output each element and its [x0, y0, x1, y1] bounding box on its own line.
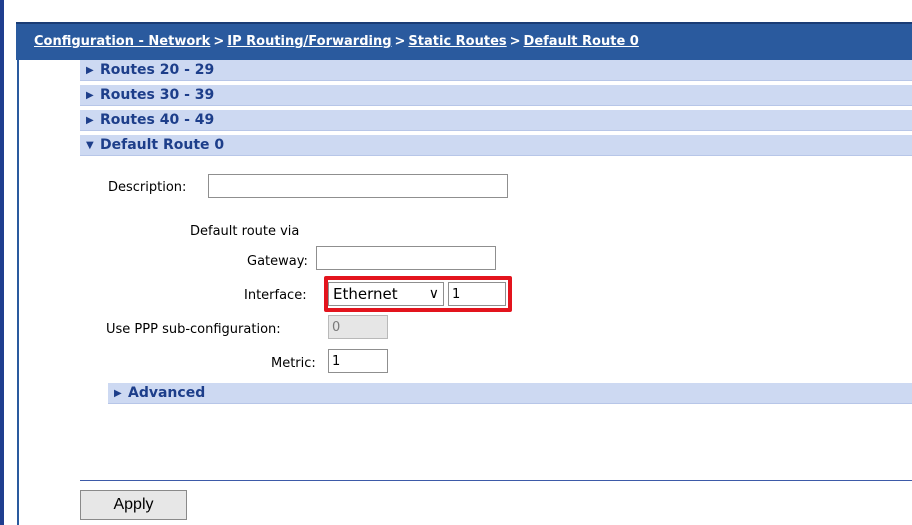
breadcrumb: Configuration - Network > IP Routing/Forwa… — [34, 34, 639, 49]
section-routes-20-29[interactable]: ▶ Routes 20 - 29 — [80, 60, 912, 81]
breadcrumb-static-routes[interactable]: Static Routes — [408, 34, 506, 49]
breadcrumb-configuration-network[interactable]: Configuration - Network — [34, 34, 210, 49]
default-route-via-label: Default route via — [190, 224, 300, 239]
divider — [80, 480, 912, 481]
window-left-border — [0, 0, 4, 525]
breadcrumb-default-route[interactable]: Default Route 0 — [524, 34, 639, 49]
section-label: Routes 40 - 49 — [100, 112, 215, 128]
triangle-right-icon: ▶ — [114, 388, 122, 399]
breadcrumb-separator: > — [509, 34, 521, 49]
highlight-annotation — [324, 276, 512, 312]
gateway-label: Gateway: — [247, 254, 308, 269]
triangle-down-icon: ▼ — [86, 140, 94, 151]
breadcrumb-separator: > — [394, 34, 406, 49]
breadcrumb-separator: > — [213, 34, 225, 49]
section-advanced[interactable]: ▶ Advanced — [108, 383, 912, 404]
gateway-input[interactable] — [316, 246, 496, 270]
section-label: Default Route 0 — [100, 137, 225, 153]
ppp-subconfig-label: Use PPP sub-configuration: — [106, 322, 281, 337]
triangle-right-icon: ▶ — [86, 65, 94, 76]
section-routes-30-39[interactable]: ▶ Routes 30 - 39 — [80, 85, 912, 106]
metric-label: Metric: — [271, 356, 316, 371]
section-default-route-0[interactable]: ▼ Default Route 0 — [80, 135, 912, 156]
metric-input[interactable] — [328, 349, 388, 373]
apply-button[interactable]: Apply — [80, 490, 187, 520]
section-routes-40-49[interactable]: ▶ Routes 40 - 49 — [80, 110, 912, 131]
triangle-right-icon: ▶ — [86, 90, 94, 101]
section-label: Advanced — [128, 385, 206, 401]
triangle-right-icon: ▶ — [86, 115, 94, 126]
breadcrumb-ip-routing[interactable]: IP Routing/Forwarding — [227, 34, 391, 49]
interface-label: Interface: — [244, 288, 307, 303]
breadcrumb-bar: Configuration - Network > IP Routing/Forwa… — [16, 22, 912, 60]
ppp-subconfig-input — [328, 315, 388, 339]
section-label: Routes 30 - 39 — [100, 87, 215, 103]
content-left-border — [17, 60, 19, 525]
section-label: Routes 20 - 29 — [100, 62, 215, 78]
top-strip — [4, 0, 912, 22]
description-label: Description: — [108, 180, 187, 195]
description-input[interactable] — [208, 174, 508, 198]
